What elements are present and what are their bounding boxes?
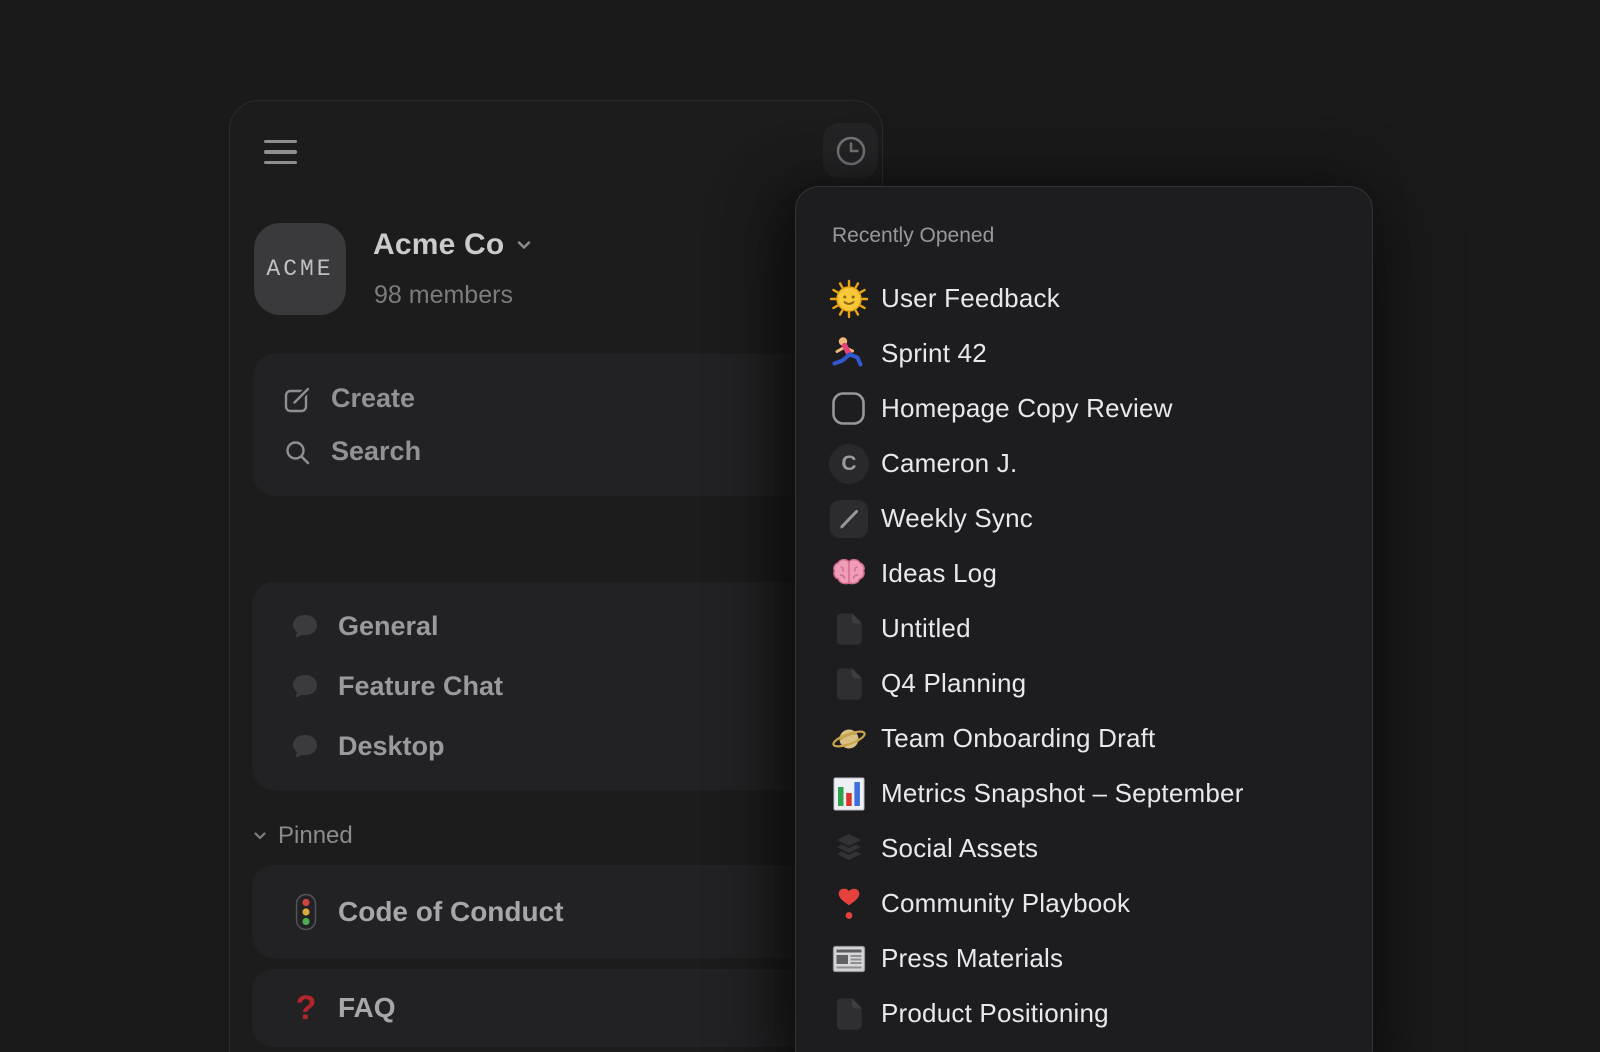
recent-item-label: Homepage Copy Review bbox=[881, 393, 1173, 424]
recent-item-untitled[interactable]: Untitled bbox=[796, 601, 1372, 656]
chat-bubble-icon bbox=[289, 730, 321, 762]
channel-desktop[interactable]: Desktop bbox=[252, 716, 862, 776]
channel-label: Feature Chat bbox=[338, 671, 503, 702]
workspace-switcher[interactable]: Acme Co bbox=[373, 228, 535, 262]
recent-item-sprint-42[interactable]: Sprint 42 bbox=[796, 326, 1372, 381]
search-button[interactable]: Search bbox=[253, 425, 863, 478]
recent-item-user-feedback[interactable]: User Feedback bbox=[796, 271, 1372, 326]
recent-item-label: User Feedback bbox=[881, 283, 1060, 314]
channel-general[interactable]: General bbox=[252, 596, 862, 656]
bar-chart-emoji-icon bbox=[829, 774, 869, 814]
avatar-initial-icon: C bbox=[829, 444, 869, 484]
pinned-item-label: Code of Conduct bbox=[338, 896, 564, 928]
ringed-planet-emoji-icon bbox=[829, 719, 869, 759]
rounded-square-outline-icon bbox=[829, 389, 869, 429]
hamburger-menu-icon[interactable] bbox=[260, 131, 302, 173]
popover-title: Recently Opened bbox=[832, 224, 994, 248]
channel-feature-chat[interactable]: Feature Chat bbox=[252, 656, 862, 716]
recent-item-q4-planning[interactable]: Q4 Planning bbox=[796, 656, 1372, 711]
recently-opened-list: User Feedback Sprint 42 bbox=[796, 271, 1372, 1041]
chevron-down-icon bbox=[513, 234, 535, 256]
document-icon bbox=[829, 664, 869, 704]
search-icon bbox=[282, 437, 312, 467]
recent-item-weekly-sync[interactable]: Weekly Sync bbox=[796, 491, 1372, 546]
recent-item-label: Sprint 42 bbox=[881, 338, 987, 369]
heart-exclamation-emoji-icon bbox=[829, 884, 869, 924]
document-icon bbox=[829, 994, 869, 1034]
newspaper-emoji-icon bbox=[829, 939, 869, 979]
chevron-down-icon bbox=[251, 827, 269, 845]
recent-item-label: Community Playbook bbox=[881, 888, 1130, 919]
quick-actions-card: Create Search bbox=[253, 354, 863, 496]
sun-with-face-emoji-icon bbox=[829, 279, 869, 319]
channel-label: General bbox=[338, 611, 439, 642]
recent-item-social-assets[interactable]: Social Assets bbox=[796, 821, 1372, 876]
chat-bubble-icon bbox=[289, 670, 321, 702]
pinned-item-faq[interactable]: ? FAQ bbox=[252, 969, 862, 1047]
recent-item-label: Q4 Planning bbox=[881, 668, 1026, 699]
traffic-light-emoji-icon bbox=[292, 893, 320, 931]
recent-item-label: Cameron J. bbox=[881, 448, 1017, 479]
search-label: Search bbox=[331, 436, 421, 467]
create-label: Create bbox=[331, 383, 415, 414]
recent-item-label: Ideas Log bbox=[881, 558, 997, 589]
app-window: ACME Acme Co 98 members Create bbox=[0, 0, 1600, 1052]
runner-emoji-icon bbox=[829, 334, 869, 374]
workspace-member-count: 98 members bbox=[374, 281, 513, 310]
workspace-name: Acme Co bbox=[373, 228, 504, 262]
red-question-emoji-icon: ? bbox=[292, 991, 320, 1025]
recent-item-label: Press Materials bbox=[881, 943, 1063, 974]
pinned-item-code-of-conduct[interactable]: Code of Conduct bbox=[252, 865, 862, 958]
pencil-tile-icon bbox=[829, 499, 869, 539]
recent-item-label: Social Assets bbox=[881, 833, 1038, 864]
unreads-card: General Feature Chat Desktop bbox=[252, 582, 862, 790]
recent-item-label: Untitled bbox=[881, 613, 971, 644]
recent-item-ideas-log[interactable]: Ideas Log bbox=[796, 546, 1372, 601]
brain-emoji-icon bbox=[829, 554, 869, 594]
workspace-avatar[interactable]: ACME bbox=[254, 223, 346, 315]
recent-item-homepage-copy-review[interactable]: Homepage Copy Review bbox=[796, 381, 1372, 436]
recent-item-label: Product Positioning bbox=[881, 998, 1109, 1029]
compose-icon bbox=[282, 384, 312, 414]
recent-item-team-onboarding-draft[interactable]: Team Onboarding Draft bbox=[796, 711, 1372, 766]
pinned-item-label: FAQ bbox=[338, 992, 396, 1024]
recent-item-label: Team Onboarding Draft bbox=[881, 723, 1155, 754]
recent-item-metrics-snapshot[interactable]: Metrics Snapshot – September bbox=[796, 766, 1372, 821]
document-icon bbox=[829, 609, 869, 649]
recent-item-label: Metrics Snapshot – September bbox=[881, 778, 1244, 809]
create-button[interactable]: Create bbox=[253, 372, 863, 425]
recent-item-label: Weekly Sync bbox=[881, 503, 1033, 534]
workspace-sidebar: ACME Acme Co 98 members Create bbox=[229, 100, 883, 1052]
recent-item-community-playbook[interactable]: Community Playbook bbox=[796, 876, 1372, 931]
layers-icon bbox=[829, 829, 869, 869]
recent-item-cameron-j[interactable]: C Cameron J. bbox=[796, 436, 1372, 491]
channel-label: Desktop bbox=[338, 731, 445, 762]
recent-item-press-materials[interactable]: Press Materials bbox=[796, 931, 1372, 986]
history-button[interactable] bbox=[823, 123, 878, 178]
clock-icon bbox=[833, 133, 869, 169]
recent-item-product-positioning[interactable]: Product Positioning bbox=[796, 986, 1372, 1041]
chat-bubble-icon bbox=[289, 610, 321, 642]
pinned-label: Pinned bbox=[278, 822, 353, 850]
section-header-pinned[interactable]: Pinned bbox=[251, 821, 353, 851]
recently-opened-popover: Recently Opened bbox=[795, 186, 1373, 1052]
